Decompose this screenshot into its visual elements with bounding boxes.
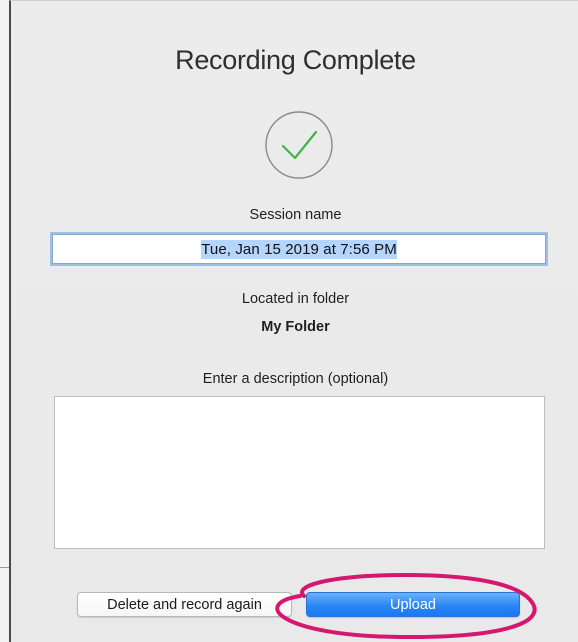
folder-name: My Folder xyxy=(261,319,330,335)
checkmark-svg xyxy=(265,111,333,179)
screenshot-stage: Recording Complete Session name Tue, Jan… xyxy=(0,0,578,642)
background-window-edge xyxy=(0,0,9,642)
recording-complete-dialog: Recording Complete Session name Tue, Jan… xyxy=(9,0,578,642)
description-label: Enter a description (optional) xyxy=(202,371,389,387)
checkmark-circle-icon xyxy=(264,110,334,180)
session-name-input[interactable]: Tue, Jan 15 2019 at 7:56 PM xyxy=(52,234,546,264)
dialog-title: Recording Complete xyxy=(175,45,416,75)
session-name-label: Session name xyxy=(249,207,342,223)
description-textarea[interactable] xyxy=(54,396,545,549)
upload-button[interactable]: Upload xyxy=(306,592,520,617)
folder-label: Located in folder xyxy=(241,291,350,307)
delete-and-record-again-button[interactable]: Delete and record again xyxy=(77,592,292,617)
session-name-value[interactable]: Tue, Jan 15 2019 at 7:56 PM xyxy=(201,239,397,259)
